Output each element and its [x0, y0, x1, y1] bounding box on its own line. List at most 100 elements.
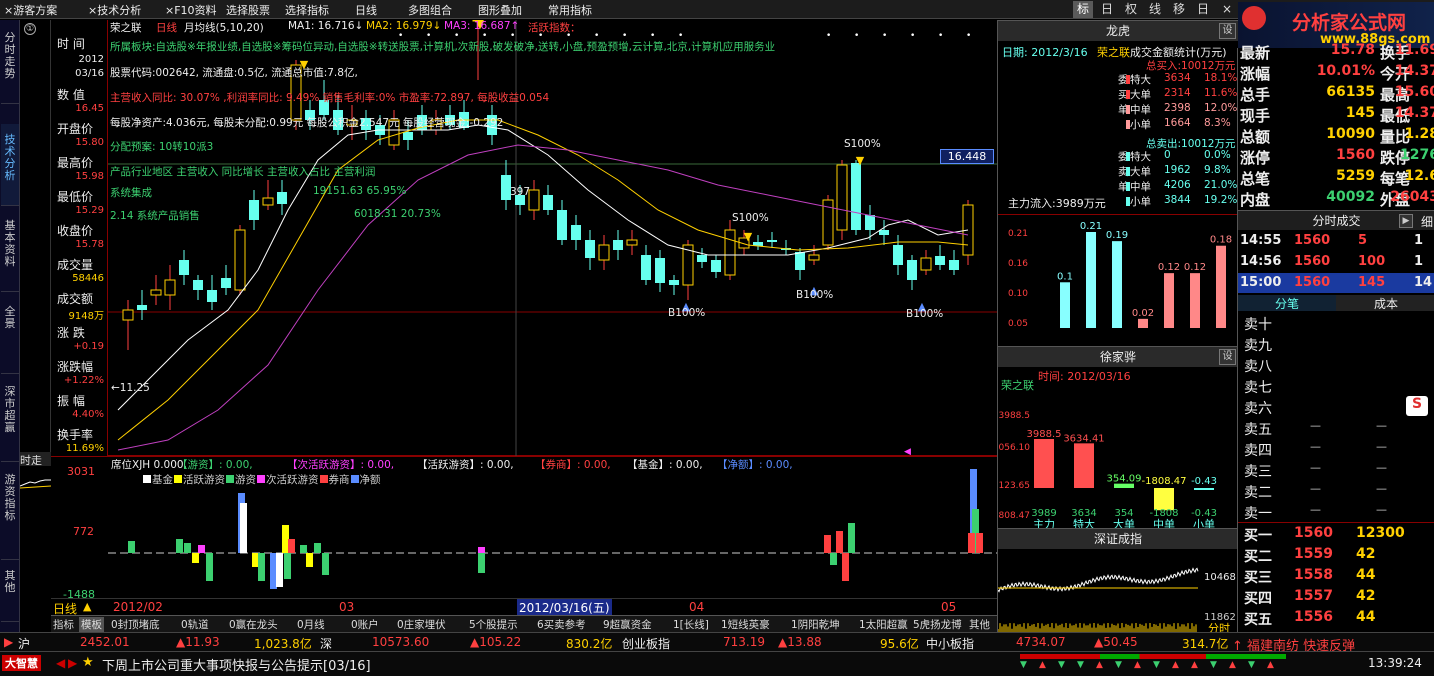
tab-technical[interactable]: 技术分析 — [1, 124, 19, 206]
buy-order-cell: 买二 — [1244, 549, 1272, 565]
zx-label[interactable]: 中小板指 — [926, 635, 974, 652]
quote-cell: 145 — [1345, 105, 1375, 121]
toolbar-close-button[interactable]: × — [1217, 1, 1237, 18]
quote-panel: 时 间 2012 03/16 数 值 16.45 开盘价 15.80 最高价 1… — [51, 20, 108, 456]
trade-cell: 14 — [1414, 275, 1433, 290]
quote-value-year: 2012 — [78, 54, 104, 65]
menu-f10[interactable]: ×F10资料 — [165, 2, 217, 18]
xujiayi-settings-button[interactable]: 设 — [1219, 349, 1236, 365]
xujiayi-time: 时间: 2012/03/16 — [1038, 370, 1131, 383]
trade-cell: 15:00 — [1240, 275, 1282, 290]
flow-cell: 特大 — [1130, 74, 1151, 86]
menu-common-indicator[interactable]: 常用指标 — [548, 2, 592, 18]
info-table-header: 产品行业地区 主营收入 同比增长 主营收入占比 主营利润 — [110, 166, 376, 178]
quote-cell: 66135 — [1326, 84, 1375, 100]
info-table-row1: 系统集成 — [110, 187, 152, 199]
toolbar-move-button[interactable]: 移 — [1169, 1, 1189, 18]
trade-row[interactable]: 14:56 1560 100 1 — [1238, 252, 1434, 272]
tab-11[interactable]: 1阴阳乾坤 — [791, 617, 840, 632]
tab-10[interactable]: 1短线英豪 — [721, 617, 770, 632]
trade-cell: 1560 — [1294, 233, 1331, 248]
ticker-text[interactable]: 下周上市公司重大事项快报与公告提示[03/16] — [102, 655, 371, 674]
signal-s100-a: S100% — [844, 138, 881, 150]
longhu-settings-button[interactable]: 设 — [1219, 23, 1236, 39]
menu-multi-chart[interactable]: 多图组合 — [408, 2, 452, 18]
tab-indicator[interactable]: 指标 — [53, 617, 74, 632]
tab-sz-super[interactable]: 深市超赢 — [1, 376, 19, 462]
tab-12[interactable]: 1太阳超赢 — [859, 617, 908, 632]
sub-legend: 基金 活跃游资 游资 次活跃游资 券商 净额 — [143, 472, 382, 486]
breadth-arrow-icon: ▼ — [1248, 660, 1255, 670]
tab-panorama[interactable]: 全景 — [1, 294, 19, 374]
tab-4[interactable]: 0账户 — [351, 617, 379, 632]
trade-row[interactable]: 15:00 1560 145 14 — [1238, 273, 1434, 293]
prev-arrow-icon[interactable]: ◀ — [56, 656, 65, 670]
buy-order-cell: 1559 — [1294, 546, 1333, 562]
tab-1[interactable]: 0轨道 — [181, 617, 209, 632]
tab-7[interactable]: 6买卖参考 — [537, 617, 586, 632]
tab-13[interactable]: 5虎扬龙博 — [913, 617, 962, 632]
flow-cell: 1664 — [1164, 117, 1191, 129]
sell-order-label: 卖九 — [1244, 338, 1272, 354]
lh-bar-label-6: 0.18 — [1210, 235, 1232, 246]
tab-14[interactable]: 其他 — [969, 617, 990, 632]
info-revenue: 主营收入同比: 30.07% ,利润率同比: 9.49% 销售毛利率:0% 市盈… — [110, 92, 550, 104]
menu-select-indicator[interactable]: 选择指标 — [285, 2, 329, 18]
quote-value-change: +0.19 — [73, 341, 104, 352]
tab-0[interactable]: 0封顶堵底 — [111, 617, 160, 632]
toolbar-line-button[interactable]: 线 — [1145, 1, 1165, 18]
tab-5[interactable]: 0庄家埋伏 — [397, 617, 446, 632]
longhu-date: 日期: 2012/3/16 — [1002, 46, 1088, 59]
tab-9[interactable]: 1[长线] — [673, 617, 709, 632]
breadth-arrow-icon: ▲ — [1039, 660, 1046, 670]
menu-daily[interactable]: 日线 — [355, 2, 377, 18]
sell-order-dash: — — [1310, 503, 1321, 516]
quote-label-pct: 涨跌幅 — [57, 360, 94, 374]
sell-order-dash: — — [1310, 440, 1321, 453]
tab-hotmoney[interactable]: 游资指标 — [1, 464, 19, 560]
sh-label[interactable]: 沪 — [18, 635, 30, 652]
chart-header-indicator: 活跃指数： — [528, 22, 581, 34]
tab-2[interactable]: 0赢在龙头 — [229, 617, 278, 632]
tab-intraday[interactable]: 分时走势 — [1, 22, 19, 104]
brand-logo[interactable]: 大智慧 — [2, 655, 41, 671]
tab-template[interactable]: 模板 — [79, 617, 104, 632]
tab-ticks[interactable]: 分笔 — [1238, 295, 1336, 311]
tab-other[interactable]: 其他 — [1, 562, 19, 622]
main-chart[interactable]: ▼ ▼ ▼ ▼ ▲ ▲ ▲ • • • • • • • • • • • • • • • • • ◀ 荣之联 日线 月均线(5,1… — [108, 20, 997, 456]
flow-cell: 大单 — [1130, 89, 1151, 101]
sell-order-label: 卖三 — [1244, 464, 1272, 480]
menu-tech-analysis[interactable]: ×技术分析 — [88, 2, 141, 18]
trades-arrow-button[interactable]: ▶ — [1399, 214, 1413, 228]
longhu-title: 龙虎设 — [998, 20, 1238, 41]
toolbar-rights-button[interactable]: 权 — [1121, 1, 1141, 18]
toolbar-mark-button[interactable]: 标 — [1073, 1, 1093, 18]
trades-detail-button[interactable]: 细 — [1421, 212, 1433, 232]
buy-order-cell: 42 — [1356, 588, 1376, 604]
toolbar-day-button[interactable]: 日 — [1097, 1, 1117, 18]
menu-overlay[interactable]: 图形叠加 — [478, 2, 522, 18]
quote-value-value: 16.45 — [75, 103, 104, 114]
tab-cost[interactable]: 成本 — [1337, 295, 1434, 311]
trade-row[interactable]: 14:55 1560 5 1 — [1238, 231, 1434, 251]
sell-order-dash: — — [1376, 482, 1387, 495]
info-icon[interactable]: ① — [24, 23, 36, 35]
tab-8[interactable]: 9超赢资金 — [603, 617, 652, 632]
sell-order-label: 卖四 — [1244, 443, 1272, 459]
toolbar-day2-button[interactable]: 日 — [1193, 1, 1213, 18]
tab-6[interactable]: 5个股提示 — [469, 617, 518, 632]
tab-3[interactable]: 0月线 — [297, 617, 325, 632]
left-tabs: 分时走势 技术分析 基本资料 全景 深市超赢 游资指标 其他 — [0, 20, 20, 632]
s-badge-icon[interactable]: S — [1406, 396, 1428, 416]
ticker-bar: 大智慧 ◀ ▶ ★ 下周上市公司重大事项快报与公告提示[03/16] ▼ ▲ ▼ ▼ ▲… — [0, 651, 1434, 676]
next-arrow-icon[interactable]: ▶ — [68, 656, 77, 670]
sub-chart[interactable]: 席位XJH 0.000, 【游资】: 0.00, 【次活跃游资】: 0.00, … — [51, 456, 997, 601]
menu-select-stock[interactable]: 选择股票 — [226, 2, 270, 18]
menu-guest-scheme[interactable]: ×游客方案 — [4, 2, 57, 18]
lh-bar-3 — [1138, 318, 1148, 328]
sz-label[interactable]: 深 — [320, 635, 332, 652]
chart-header-ma: 月均线(5,10,20) — [184, 22, 264, 34]
tab-fundamentals[interactable]: 基本资料 — [1, 208, 19, 292]
cy-label[interactable]: 创业板指 — [622, 635, 670, 652]
sell-order-dash: — — [1310, 419, 1321, 432]
